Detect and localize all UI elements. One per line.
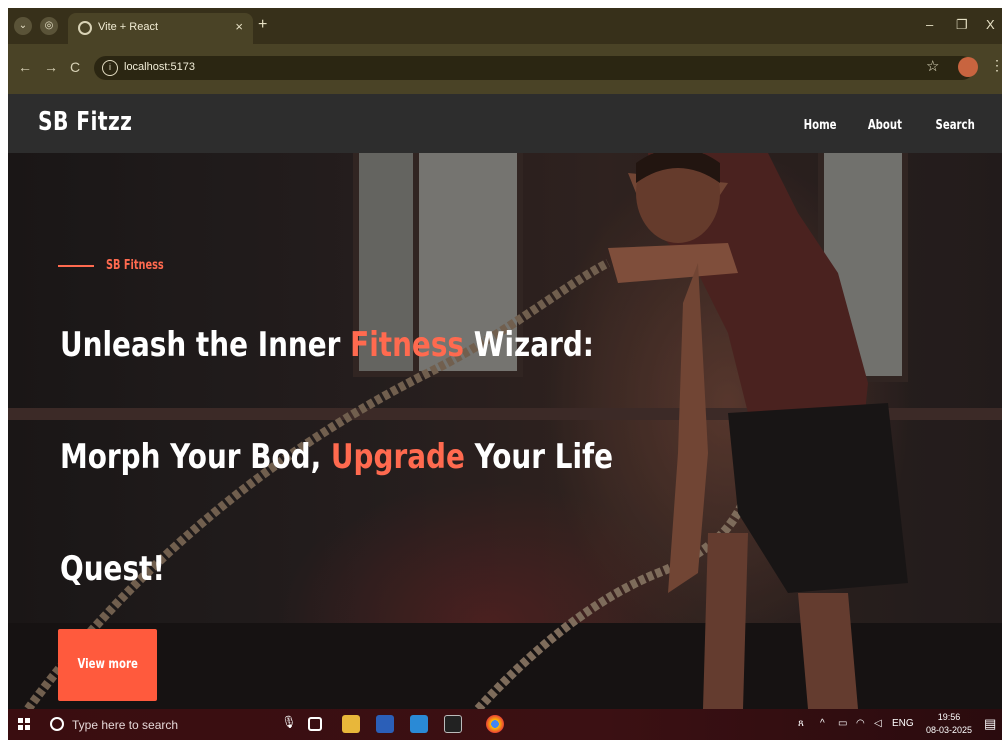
- people-icon[interactable]: ጸ: [798, 718, 804, 729]
- address-bar[interactable]: i localhost:5173: [94, 56, 974, 80]
- browser-window: ⌄ ◎ Vite + React × + – ❐ X ← → C i local…: [8, 8, 1002, 709]
- hero-dark-overlay: [8, 153, 1002, 709]
- file-explorer-icon[interactable]: [342, 715, 360, 733]
- headline-text: Morph Your Bod,: [60, 437, 331, 477]
- network-icon[interactable]: ▭: [838, 718, 847, 729]
- close-tab-icon[interactable]: ×: [235, 19, 243, 34]
- headline-highlight: Upgrade: [330, 437, 465, 477]
- browser-toolbar: ← → C i localhost:5173 ☆ ⋮: [8, 44, 1002, 94]
- windows-taskbar: Type here to search 🎙 ጸ ^ ▭ ◠ ◁ ENG 19:5…: [8, 709, 1002, 740]
- tray-chevron-icon[interactable]: ^: [820, 718, 825, 729]
- tab-title: Vite + React: [98, 21, 159, 33]
- tab-vite-react[interactable]: Vite + React ×: [68, 13, 253, 44]
- back-button[interactable]: ←: [18, 59, 32, 75]
- globe-icon: [78, 21, 92, 35]
- clock-time: 19:56: [937, 712, 961, 722]
- notifications-icon[interactable]: ▤: [984, 716, 996, 732]
- cortana-icon[interactable]: [50, 717, 64, 731]
- eyebrow-line: [58, 264, 94, 267]
- tab-strip: ⌄ ◎ Vite + React × + – ❐ X: [8, 8, 1002, 44]
- word-icon[interactable]: [376, 715, 394, 733]
- close-window-button[interactable]: X: [986, 17, 995, 32]
- hero-headline-line1: Unleash the Inner Fitness Wizard:: [60, 325, 594, 365]
- address-url[interactable]: localhost:5173: [124, 61, 195, 73]
- eyebrow-text: SB Fitness: [106, 258, 165, 274]
- volume-icon[interactable]: ◁: [874, 718, 882, 729]
- nav-home[interactable]: Home: [803, 118, 836, 133]
- headline-text: Wizard:: [464, 325, 594, 365]
- nav-about[interactable]: About: [868, 118, 902, 133]
- chrome-icon[interactable]: ◎: [40, 17, 58, 35]
- site-logo[interactable]: SB Fitzz: [38, 107, 132, 137]
- profile-avatar[interactable]: [958, 57, 978, 77]
- taskbar-clock[interactable]: 19:56 08-03-2025: [926, 711, 972, 737]
- hero-eyebrow: SB Fitness: [58, 257, 183, 275]
- view-more-button[interactable]: View more: [58, 629, 157, 701]
- menu-icon[interactable]: ⋮: [990, 57, 1002, 74]
- reload-button[interactable]: C: [70, 59, 80, 75]
- forward-button[interactable]: →: [44, 59, 58, 75]
- site-navbar: SB Fitzz Home About Search: [8, 94, 1002, 153]
- minimize-button[interactable]: –: [926, 17, 933, 32]
- vscode-icon[interactable]: [410, 715, 428, 733]
- task-view-icon[interactable]: [308, 717, 322, 731]
- restore-button[interactable]: ❐: [956, 17, 968, 33]
- hero-headline-line2: Morph Your Bod, Upgrade Your Life: [60, 437, 613, 477]
- terminal-icon[interactable]: [444, 715, 462, 733]
- hero-headline-line3: Quest!: [60, 549, 166, 589]
- clock-date: 08-03-2025: [926, 725, 973, 735]
- chrome-taskbar-icon[interactable]: [486, 715, 504, 733]
- headline-text: Your Life: [464, 437, 614, 477]
- windows-start-icon[interactable]: [18, 718, 30, 730]
- nav-search[interactable]: Search: [935, 118, 974, 133]
- taskbar-search-input[interactable]: Type here to search: [72, 718, 178, 732]
- microphone-icon[interactable]: 🎙: [280, 715, 298, 733]
- tab-search-icon[interactable]: ⌄: [14, 17, 32, 35]
- bookmark-star-icon[interactable]: ☆: [926, 57, 939, 75]
- new-tab-button[interactable]: +: [258, 16, 267, 34]
- headline-highlight: Fitness: [350, 325, 465, 365]
- hero-section: SB Fitness Unleash the Inner Fitness Wiz…: [8, 153, 1002, 709]
- nav-links: Home About Search: [781, 116, 980, 134]
- site-info-icon[interactable]: i: [102, 60, 118, 76]
- headline-text: Unleash the Inner: [60, 325, 351, 365]
- language-indicator[interactable]: ENG: [892, 718, 914, 729]
- wifi-icon[interactable]: ◠: [856, 718, 865, 729]
- view-more-label: View more: [77, 657, 138, 672]
